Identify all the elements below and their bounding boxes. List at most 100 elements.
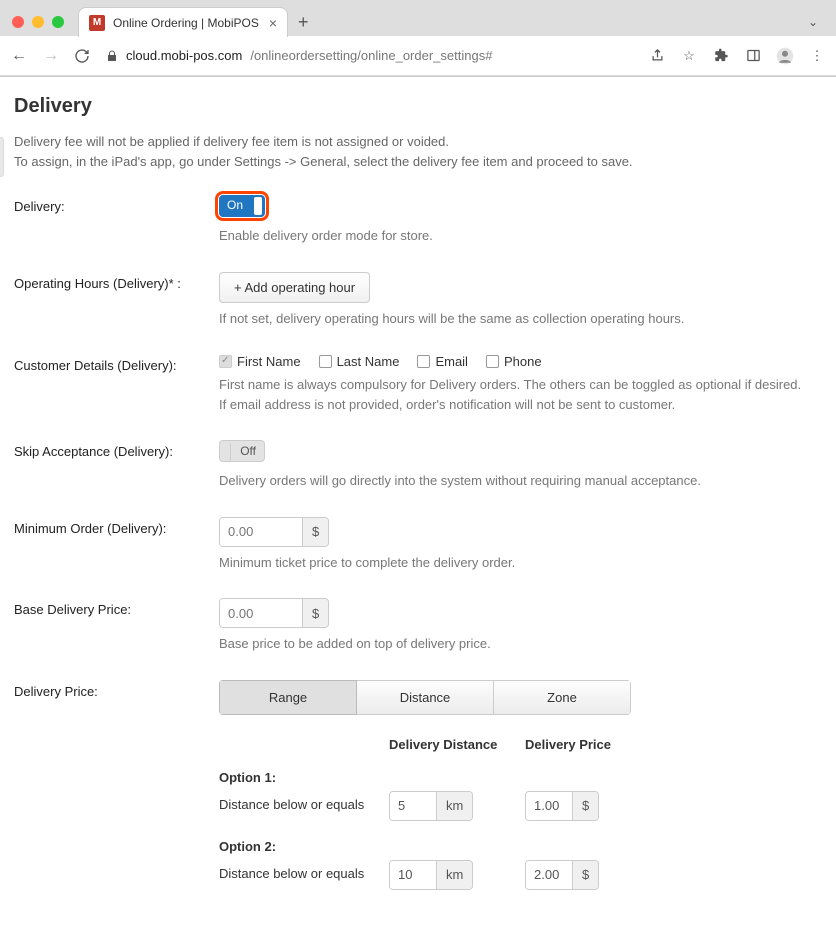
check-email[interactable]: Email xyxy=(417,354,468,369)
price-input-group: $ xyxy=(525,791,599,821)
side-drawer-handle[interactable] xyxy=(0,137,4,177)
checkbox-icon[interactable] xyxy=(219,355,232,368)
back-button[interactable]: ← xyxy=(10,47,28,65)
browser-tab[interactable]: M Online Ordering | MobiPOS × xyxy=(78,7,288,37)
price-input[interactable] xyxy=(526,792,572,820)
option-title: Option 1: xyxy=(219,770,818,785)
hint-line: If email address is not provided, order'… xyxy=(219,395,818,415)
page-content: Delivery Delivery fee will not be applie… xyxy=(0,77,836,946)
distance-input[interactable] xyxy=(390,861,436,889)
window-controls xyxy=(12,16,64,28)
price-input-group: $ xyxy=(525,860,599,890)
option-desc: Distance below or equals xyxy=(219,797,389,814)
header-price: Delivery Price xyxy=(525,737,661,752)
hint-delivery: Enable delivery order mode for store. xyxy=(219,226,818,246)
reload-button[interactable] xyxy=(74,48,92,64)
url-path: /onlineordersetting/online_order_setting… xyxy=(250,48,492,63)
option-desc: Distance below or equals xyxy=(219,866,389,883)
window-close-button[interactable] xyxy=(12,16,24,28)
toolbar-actions: ☆ ⋮ xyxy=(648,47,826,65)
label-delivery: Delivery: xyxy=(14,195,219,246)
option-1: Option 1: Distance below or equals km $ xyxy=(219,770,818,821)
distance-input-group: km xyxy=(389,791,473,821)
row-delivery: Delivery: On Enable delivery order mode … xyxy=(14,195,818,246)
checkbox-icon[interactable] xyxy=(486,355,499,368)
currency-suffix: $ xyxy=(572,792,598,820)
hint-skip-acceptance: Delivery orders will go directly into th… xyxy=(219,471,818,491)
check-last-name[interactable]: Last Name xyxy=(319,354,400,369)
lock-icon xyxy=(106,49,118,63)
row-customer-details: Customer Details (Delivery): First Name … xyxy=(14,354,818,414)
sidepanel-icon[interactable] xyxy=(744,47,762,65)
label-customer-details: Customer Details (Delivery): xyxy=(14,354,219,414)
minimum-order-input-group: $ xyxy=(219,517,329,547)
skip-acceptance-toggle[interactable]: Off xyxy=(219,440,265,462)
forward-button[interactable]: → xyxy=(42,47,60,65)
unit-suffix: km xyxy=(436,861,472,889)
share-icon[interactable] xyxy=(648,47,666,65)
label-operating-hours: Operating Hours (Delivery)* : xyxy=(14,272,219,329)
row-skip-acceptance: Skip Acceptance (Delivery): Off Delivery… xyxy=(14,440,818,491)
check-first-name[interactable]: First Name xyxy=(219,354,301,369)
label-skip-acceptance: Skip Acceptance (Delivery): xyxy=(14,440,219,491)
currency-suffix: $ xyxy=(572,861,598,889)
hint-base-price: Base price to be added on top of deliver… xyxy=(219,634,818,654)
window-minimize-button[interactable] xyxy=(32,16,44,28)
page-desc-line: Delivery fee will not be applied if deli… xyxy=(14,132,818,152)
row-minimum-order: Minimum Order (Delivery): $ Minimum tick… xyxy=(14,517,818,573)
profile-icon[interactable] xyxy=(776,47,794,65)
minimum-order-input[interactable] xyxy=(220,518,302,546)
row-operating-hours: Operating Hours (Delivery)* : + Add oper… xyxy=(14,272,818,329)
toggle-knob xyxy=(254,197,262,215)
check-phone[interactable]: Phone xyxy=(486,354,542,369)
add-operating-hour-button[interactable]: + Add operating hour xyxy=(219,272,370,303)
row-delivery-price: Delivery Price: Range Distance Zone Deli… xyxy=(14,680,818,890)
hint-customer-details: First name is always compulsory for Deli… xyxy=(219,375,818,414)
check-label: First Name xyxy=(237,354,301,369)
base-price-input[interactable] xyxy=(220,599,302,627)
option-title: Option 2: xyxy=(219,839,818,854)
option-2: Option 2: Distance below or equals km $ xyxy=(219,839,818,890)
tab-distance[interactable]: Distance xyxy=(357,680,494,715)
distance-input-group: km xyxy=(389,860,473,890)
page-title: Delivery xyxy=(14,95,818,118)
currency-suffix: $ xyxy=(302,599,328,627)
tab-zone[interactable]: Zone xyxy=(494,680,631,715)
price-input[interactable] xyxy=(526,861,572,889)
tab-bar: M Online Ordering | MobiPOS × + ⌄ xyxy=(0,0,836,36)
price-column-headers: Delivery Distance Delivery Price xyxy=(219,737,818,752)
checkbox-icon[interactable] xyxy=(417,355,430,368)
extensions-icon[interactable] xyxy=(712,47,730,65)
delivery-price-tabs: Range Distance Zone xyxy=(219,680,631,715)
hint-operating-hours: If not set, delivery operating hours wil… xyxy=(219,309,818,329)
bookmark-icon[interactable]: ☆ xyxy=(680,47,698,65)
distance-input[interactable] xyxy=(390,792,436,820)
check-label: Phone xyxy=(504,354,542,369)
delivery-toggle[interactable]: On xyxy=(219,195,265,217)
window-maximize-button[interactable] xyxy=(52,16,64,28)
tab-title: Online Ordering | MobiPOS xyxy=(113,16,269,30)
unit-suffix: km xyxy=(436,792,472,820)
new-tab-button[interactable]: + xyxy=(298,12,309,33)
row-base-price: Base Delivery Price: $ Base price to be … xyxy=(14,598,818,654)
checkbox-icon[interactable] xyxy=(319,355,332,368)
hint-minimum-order: Minimum ticket price to complete the del… xyxy=(219,553,818,573)
page-description: Delivery fee will not be applied if deli… xyxy=(14,132,818,171)
address-bar[interactable]: cloud.mobi-pos.com/onlineordersetting/on… xyxy=(106,48,634,63)
tab-close-icon[interactable]: × xyxy=(269,15,277,31)
label-minimum-order: Minimum Order (Delivery): xyxy=(14,517,219,573)
favicon-icon: M xyxy=(89,15,105,31)
page-desc-line: To assign, in the iPad's app, go under S… xyxy=(14,152,818,172)
currency-suffix: $ xyxy=(302,518,328,546)
check-label: Last Name xyxy=(337,354,400,369)
header-distance: Delivery Distance xyxy=(389,737,525,752)
browser-toolbar: ← → cloud.mobi-pos.com/onlineordersettin… xyxy=(0,36,836,76)
url-host: cloud.mobi-pos.com xyxy=(126,48,242,63)
tab-range[interactable]: Range xyxy=(219,680,357,715)
menu-icon[interactable]: ⋮ xyxy=(808,47,826,65)
label-delivery-price: Delivery Price: xyxy=(14,680,219,890)
toggle-knob xyxy=(223,443,231,461)
toggle-label: Off xyxy=(240,444,256,458)
toggle-label: On xyxy=(227,198,243,212)
tabs-dropdown-icon[interactable]: ⌄ xyxy=(808,15,824,29)
